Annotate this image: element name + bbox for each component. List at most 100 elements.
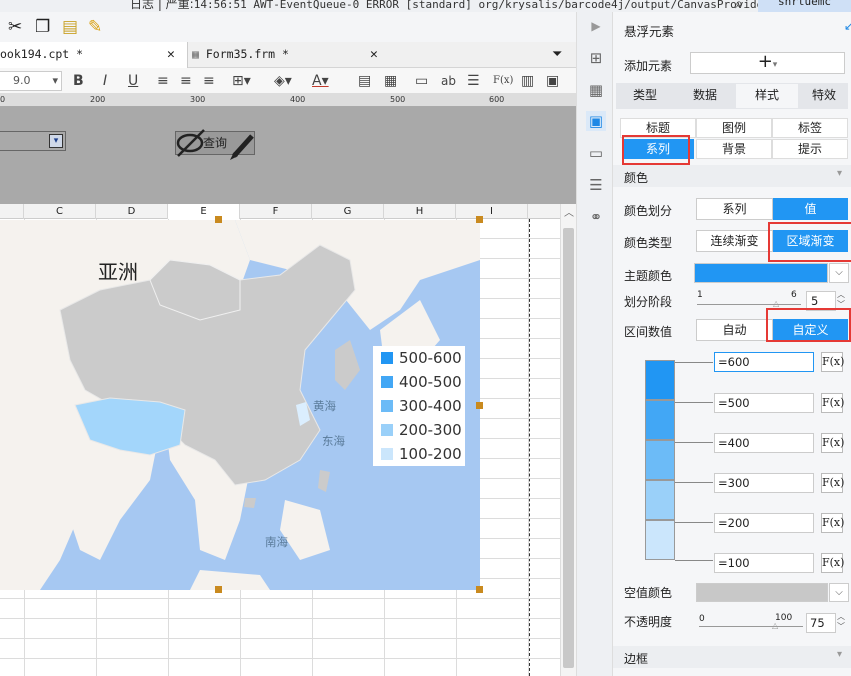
subtab-legend[interactable]: 图例 [696,118,772,138]
color-div-series[interactable]: 系列 [696,198,773,220]
opacity-input[interactable]: 75 [806,613,836,633]
subtab-label[interactable]: 标签 [772,118,848,138]
col-i[interactable]: I [456,204,528,219]
italic-button[interactable]: I [103,72,107,90]
range-band[interactable] [645,440,675,480]
add-element-button[interactable]: +▾ [690,52,845,74]
tab-style[interactable]: 样式 [736,84,798,108]
tab-type[interactable]: 类型 [616,84,674,108]
merge-icon[interactable]: ▤ [358,72,371,90]
paste-icon[interactable]: ▤ [62,17,78,37]
close-icon[interactable]: ✕ [167,42,175,67]
cell-element-icon[interactable]: ⊞ [586,48,606,68]
wrap-icon[interactable]: ☰ [467,72,480,90]
cut-icon[interactable]: ✂ [8,17,22,37]
image-icon[interactable]: ▣ [546,72,559,90]
interval-auto[interactable]: 自动 [696,319,773,341]
formula-button[interactable]: F(x) [821,553,844,573]
float-element-icon[interactable]: ▣ [586,111,606,131]
font-size-select[interactable]: 9.0 ▾ [0,71,62,91]
col-d[interactable]: D [96,204,168,219]
collapse-icon[interactable]: ▾ [837,649,842,660]
tab-data[interactable]: 数据 [676,84,734,108]
font-color-icon[interactable]: A▾ [312,72,329,90]
range-band[interactable] [645,520,675,560]
tab-frm[interactable]: ▦ Form35.frm * ✕ [190,42,388,68]
fill-color-icon[interactable]: ◈▾ [274,72,292,90]
resize-handle[interactable] [215,586,222,593]
color-type-gradient[interactable]: 连续渐变 [696,230,773,252]
col-h[interactable]: H [384,204,456,219]
color-section-header[interactable] [613,165,851,187]
stage-slider[interactable] [697,304,801,305]
range-band[interactable] [645,480,675,520]
col-g[interactable]: G [312,204,384,219]
align-left-icon[interactable]: ≡ [157,72,169,90]
stepper-icon[interactable]: ︿ ﹀ [837,612,845,632]
layout-icon[interactable]: ☰ [586,175,606,195]
range-band[interactable] [645,360,675,400]
search-icon[interactable]: ⌕ [735,0,743,12]
range-input[interactable]: =500 [714,393,814,413]
chevron-down-icon[interactable]: ⌵ [829,583,849,602]
text-icon[interactable]: ab [441,72,456,90]
resize-handle[interactable] [476,216,483,223]
tab-cpt[interactable]: ook194.cpt * ✕ [0,42,188,68]
color-div-value[interactable]: 值 [773,198,848,220]
formula-button[interactable]: F(x) [821,433,844,453]
subtab-tooltip[interactable]: 提示 [772,139,848,159]
param-combo[interactable]: ▾ [0,131,66,151]
subtab-background[interactable]: 背景 [696,139,772,159]
chart-icon[interactable]: ▥ [521,72,534,90]
formula-icon[interactable]: F(x) [493,72,513,90]
resize-handle[interactable] [215,216,222,223]
opacity-slider[interactable] [699,626,803,627]
scroll-thumb[interactable] [563,228,574,668]
textbox-icon[interactable]: ▭ [415,72,428,90]
slider-thumb[interactable]: △ [772,621,778,630]
format-brush-icon[interactable]: ✎ [88,17,102,37]
stepper-icon[interactable]: ︿ ﹀ [837,290,845,310]
bold-button[interactable]: B [73,72,84,90]
widget-icon[interactable]: ▦ [586,80,606,100]
collapse-arrow-icon[interactable]: ▶ [586,16,606,36]
link-icon[interactable]: ⚭ [586,207,606,227]
pin-icon[interactable]: ↙ [844,19,851,33]
align-center-icon[interactable]: ≡ [180,72,192,90]
scroll-up-icon[interactable]: ︿ [564,204,574,219]
col-f[interactable]: F [240,204,312,219]
resize-handle[interactable] [476,402,483,409]
formula-button[interactable]: F(x) [821,513,844,533]
range-input[interactable]: =200 [714,513,814,533]
theme-color-swatch[interactable] [694,263,828,283]
col-e[interactable]: E [168,204,240,219]
collapse-icon[interactable]: ▾ [837,168,842,179]
range-input[interactable]: =100 [714,553,814,573]
chevron-down-icon[interactable]: ⌵ [829,263,849,283]
range-input[interactable]: =600 [714,352,814,372]
resize-handle[interactable] [476,586,483,593]
legend-swatch [381,424,393,436]
border-section-header[interactable] [613,646,851,668]
condition-icon[interactable]: ▭ [586,143,606,163]
range-input[interactable]: =400 [714,433,814,453]
col-c[interactable]: C [24,204,96,219]
dropdown-icon[interactable]: ▾ [49,134,63,148]
range-band[interactable] [645,400,675,440]
formula-button[interactable]: F(x) [821,393,844,413]
border-icon[interactable]: ⊞▾ [232,72,251,90]
slider-thumb[interactable]: △ [773,299,779,308]
underline-button[interactable]: U [128,72,138,90]
user-badge[interactable]: snrtuemc [758,0,851,12]
copy-icon[interactable]: ❐ [35,17,50,37]
range-input[interactable]: =300 [714,473,814,493]
tab-menu-icon[interactable]: ⏷ [552,42,562,68]
formula-button[interactable]: F(x) [821,352,844,372]
empty-color-swatch[interactable] [696,583,828,602]
split-icon[interactable]: ▦ [384,72,397,90]
vertical-scrollbar[interactable]: ︿ [560,204,576,676]
close-icon[interactable]: ✕ [370,42,378,67]
tab-effect[interactable]: 特效 [800,84,848,108]
formula-button[interactable]: F(x) [821,473,844,493]
align-right-icon[interactable]: ≡ [203,72,215,90]
